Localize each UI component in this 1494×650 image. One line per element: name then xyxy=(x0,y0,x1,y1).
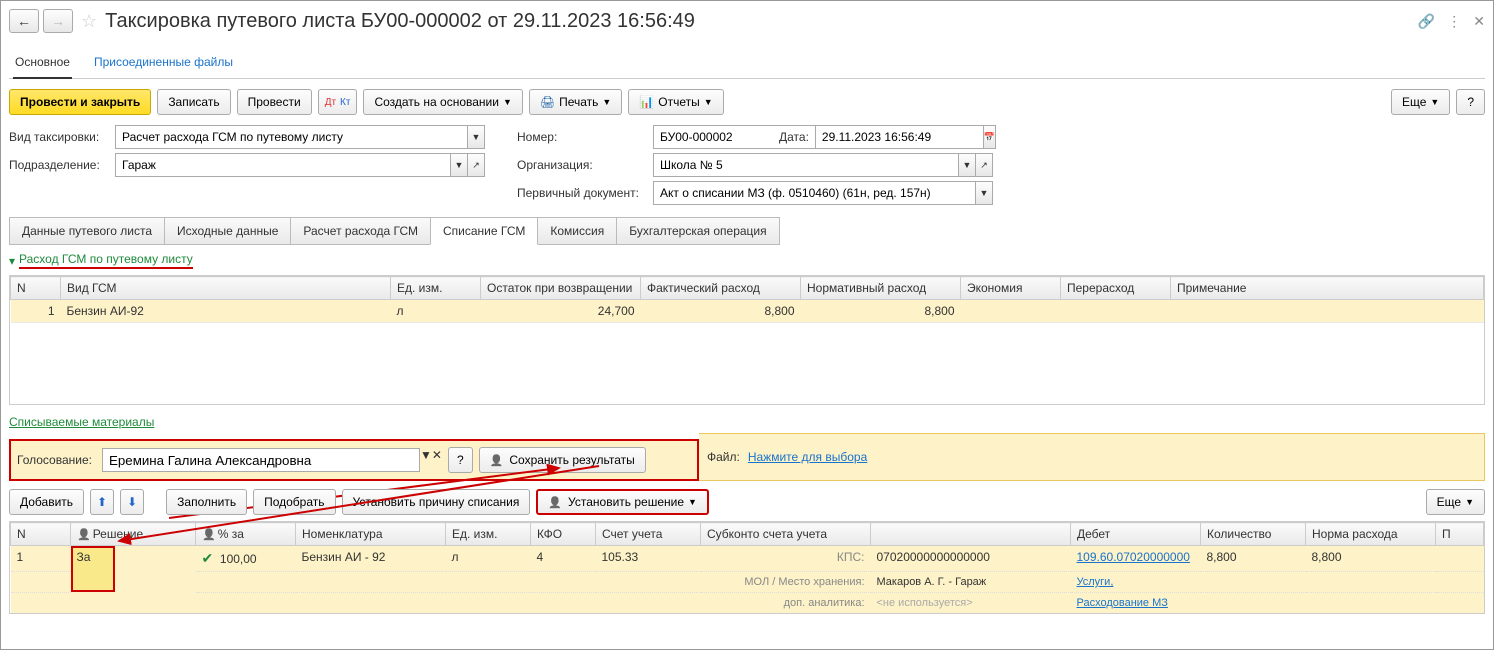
link-icon[interactable]: 🔗 xyxy=(1418,13,1435,30)
tab-source[interactable]: Исходные данные xyxy=(164,217,291,245)
check-icon: ✔ xyxy=(202,550,214,566)
date-label: Дата: xyxy=(779,130,809,144)
org-input[interactable]: ▼↗ xyxy=(653,153,993,177)
create-based-button[interactable]: Создать на основании ▼ xyxy=(363,89,522,115)
fill-button[interactable]: Заполнить xyxy=(166,489,247,515)
forward-button[interactable]: → xyxy=(43,9,73,33)
file-link[interactable]: Нажмите для выбора xyxy=(748,450,867,464)
toolbar: Провести и закрыть Записать Провести ДтК… xyxy=(9,79,1485,123)
tab-calc[interactable]: Расчет расхода ГСМ xyxy=(290,217,431,245)
subnav-files[interactable]: Присоединенные файлы xyxy=(92,49,235,78)
tab-data[interactable]: Данные путевого листа xyxy=(9,217,165,245)
podr-input[interactable]: ▼↗ xyxy=(115,153,485,177)
date-input[interactable] xyxy=(815,125,984,149)
tabs: Данные путевого листа Исходные данные Ра… xyxy=(9,217,1485,245)
decision-cell[interactable]: За xyxy=(71,546,115,592)
table-subrow: доп. аналитика: <не используется> Расход… xyxy=(11,593,1484,614)
print-button[interactable]: 🖨 Печать ▼ xyxy=(529,89,622,115)
table-row[interactable]: 1 За ✔ 100,00 Бензин АИ - 92 л 4 105.33 … xyxy=(11,546,1484,572)
tab-commission[interactable]: Комиссия xyxy=(537,217,617,245)
file-label: Файл: xyxy=(707,450,740,464)
vote-box: Голосование: ▼✕ ? Сохранить результаты xyxy=(9,439,699,481)
more-button[interactable]: Еще ▼ xyxy=(1391,89,1450,115)
form-area: Вид таксировки: ▼ Номер: Дата: 📅 Подразд… xyxy=(9,123,1485,213)
move-up-button[interactable]: ⬆ xyxy=(90,489,114,515)
section-rashod[interactable]: ▾ Расход ГСМ по путевому листу xyxy=(9,248,1485,273)
add-button[interactable]: Добавить xyxy=(9,489,84,515)
table-row[interactable]: 1 Бензин АИ-92 л 24,700 8,800 8,800 xyxy=(11,300,1484,323)
post-button[interactable]: Провести xyxy=(237,89,312,115)
org-label: Организация: xyxy=(517,158,647,172)
vid-input[interactable]: ▼ xyxy=(115,125,485,149)
calendar-icon: 📅 xyxy=(983,125,996,149)
tab-acct[interactable]: Бухгалтерская операция xyxy=(616,217,779,245)
action-bar: Добавить ⬆ ⬇ Заполнить Подобрать Установ… xyxy=(9,481,1485,521)
primdoc-input[interactable]: ▼ xyxy=(653,181,993,205)
vote-help-button[interactable]: ? xyxy=(448,447,473,473)
favorite-icon[interactable]: ☆ xyxy=(81,11,97,32)
save-results-button[interactable]: Сохранить результаты xyxy=(479,447,646,473)
dt-kt-button[interactable]: ДтКт xyxy=(318,89,358,115)
podr-label: Подразделение: xyxy=(9,158,109,172)
vote-label: Голосование: xyxy=(17,453,92,467)
user-icon xyxy=(202,527,218,541)
sub-nav: Основное Присоединенные файлы xyxy=(9,41,1485,79)
vid-label: Вид таксировки: xyxy=(9,130,109,144)
debit-link[interactable]: 109.60.07020000000 xyxy=(1077,550,1190,564)
user-icon xyxy=(548,495,564,509)
help-button[interactable]: ? xyxy=(1456,89,1485,115)
menu-icon[interactable]: ⋮ xyxy=(1447,13,1461,30)
set-decision-button[interactable]: Установить решение ▼ xyxy=(536,489,709,515)
more-button-2[interactable]: Еще ▼ xyxy=(1426,489,1485,515)
tab-writeoff[interactable]: Списание ГСМ xyxy=(430,217,538,245)
reports-button[interactable]: 📊 Отчеты ▼ xyxy=(628,89,723,115)
close-icon[interactable]: ✕ xyxy=(1473,13,1485,30)
user-icon xyxy=(77,527,93,541)
vote-person-input[interactable]: ▼✕ xyxy=(102,448,442,472)
page-title: Таксировка путевого листа БУ00-000002 от… xyxy=(105,10,695,33)
reason-button[interactable]: Установить причину списания xyxy=(342,489,531,515)
move-down-button[interactable]: ⬇ xyxy=(120,489,144,515)
title-bar: ← → ☆ Таксировка путевого листа БУ00-000… xyxy=(9,7,1485,35)
save-button[interactable]: Записать xyxy=(157,89,230,115)
table-rashod: N Вид ГСМ Ед. изм. Остаток при возвращен… xyxy=(9,275,1485,405)
materials-table: N Решение % за Номенклатура Ед. изм. КФО… xyxy=(9,521,1485,614)
tab-content: ▾ Расход ГСМ по путевому листу N Вид ГСМ… xyxy=(9,244,1485,618)
back-button[interactable]: ← xyxy=(9,9,39,33)
pick-button[interactable]: Подобрать xyxy=(253,489,335,515)
number-label: Номер: xyxy=(517,130,647,144)
section-materials[interactable]: Списываемые материалы xyxy=(9,411,1485,433)
primdoc-label: Первичный документ: xyxy=(517,186,647,200)
post-close-button[interactable]: Провести и закрыть xyxy=(9,89,151,115)
subnav-main[interactable]: Основное xyxy=(13,49,72,79)
user-icon xyxy=(490,453,506,467)
file-area: Файл: Нажмите для выбора xyxy=(699,433,1485,481)
table-subrow: МОЛ / Место хранения: Макаров А. Г. - Га… xyxy=(11,572,1484,593)
